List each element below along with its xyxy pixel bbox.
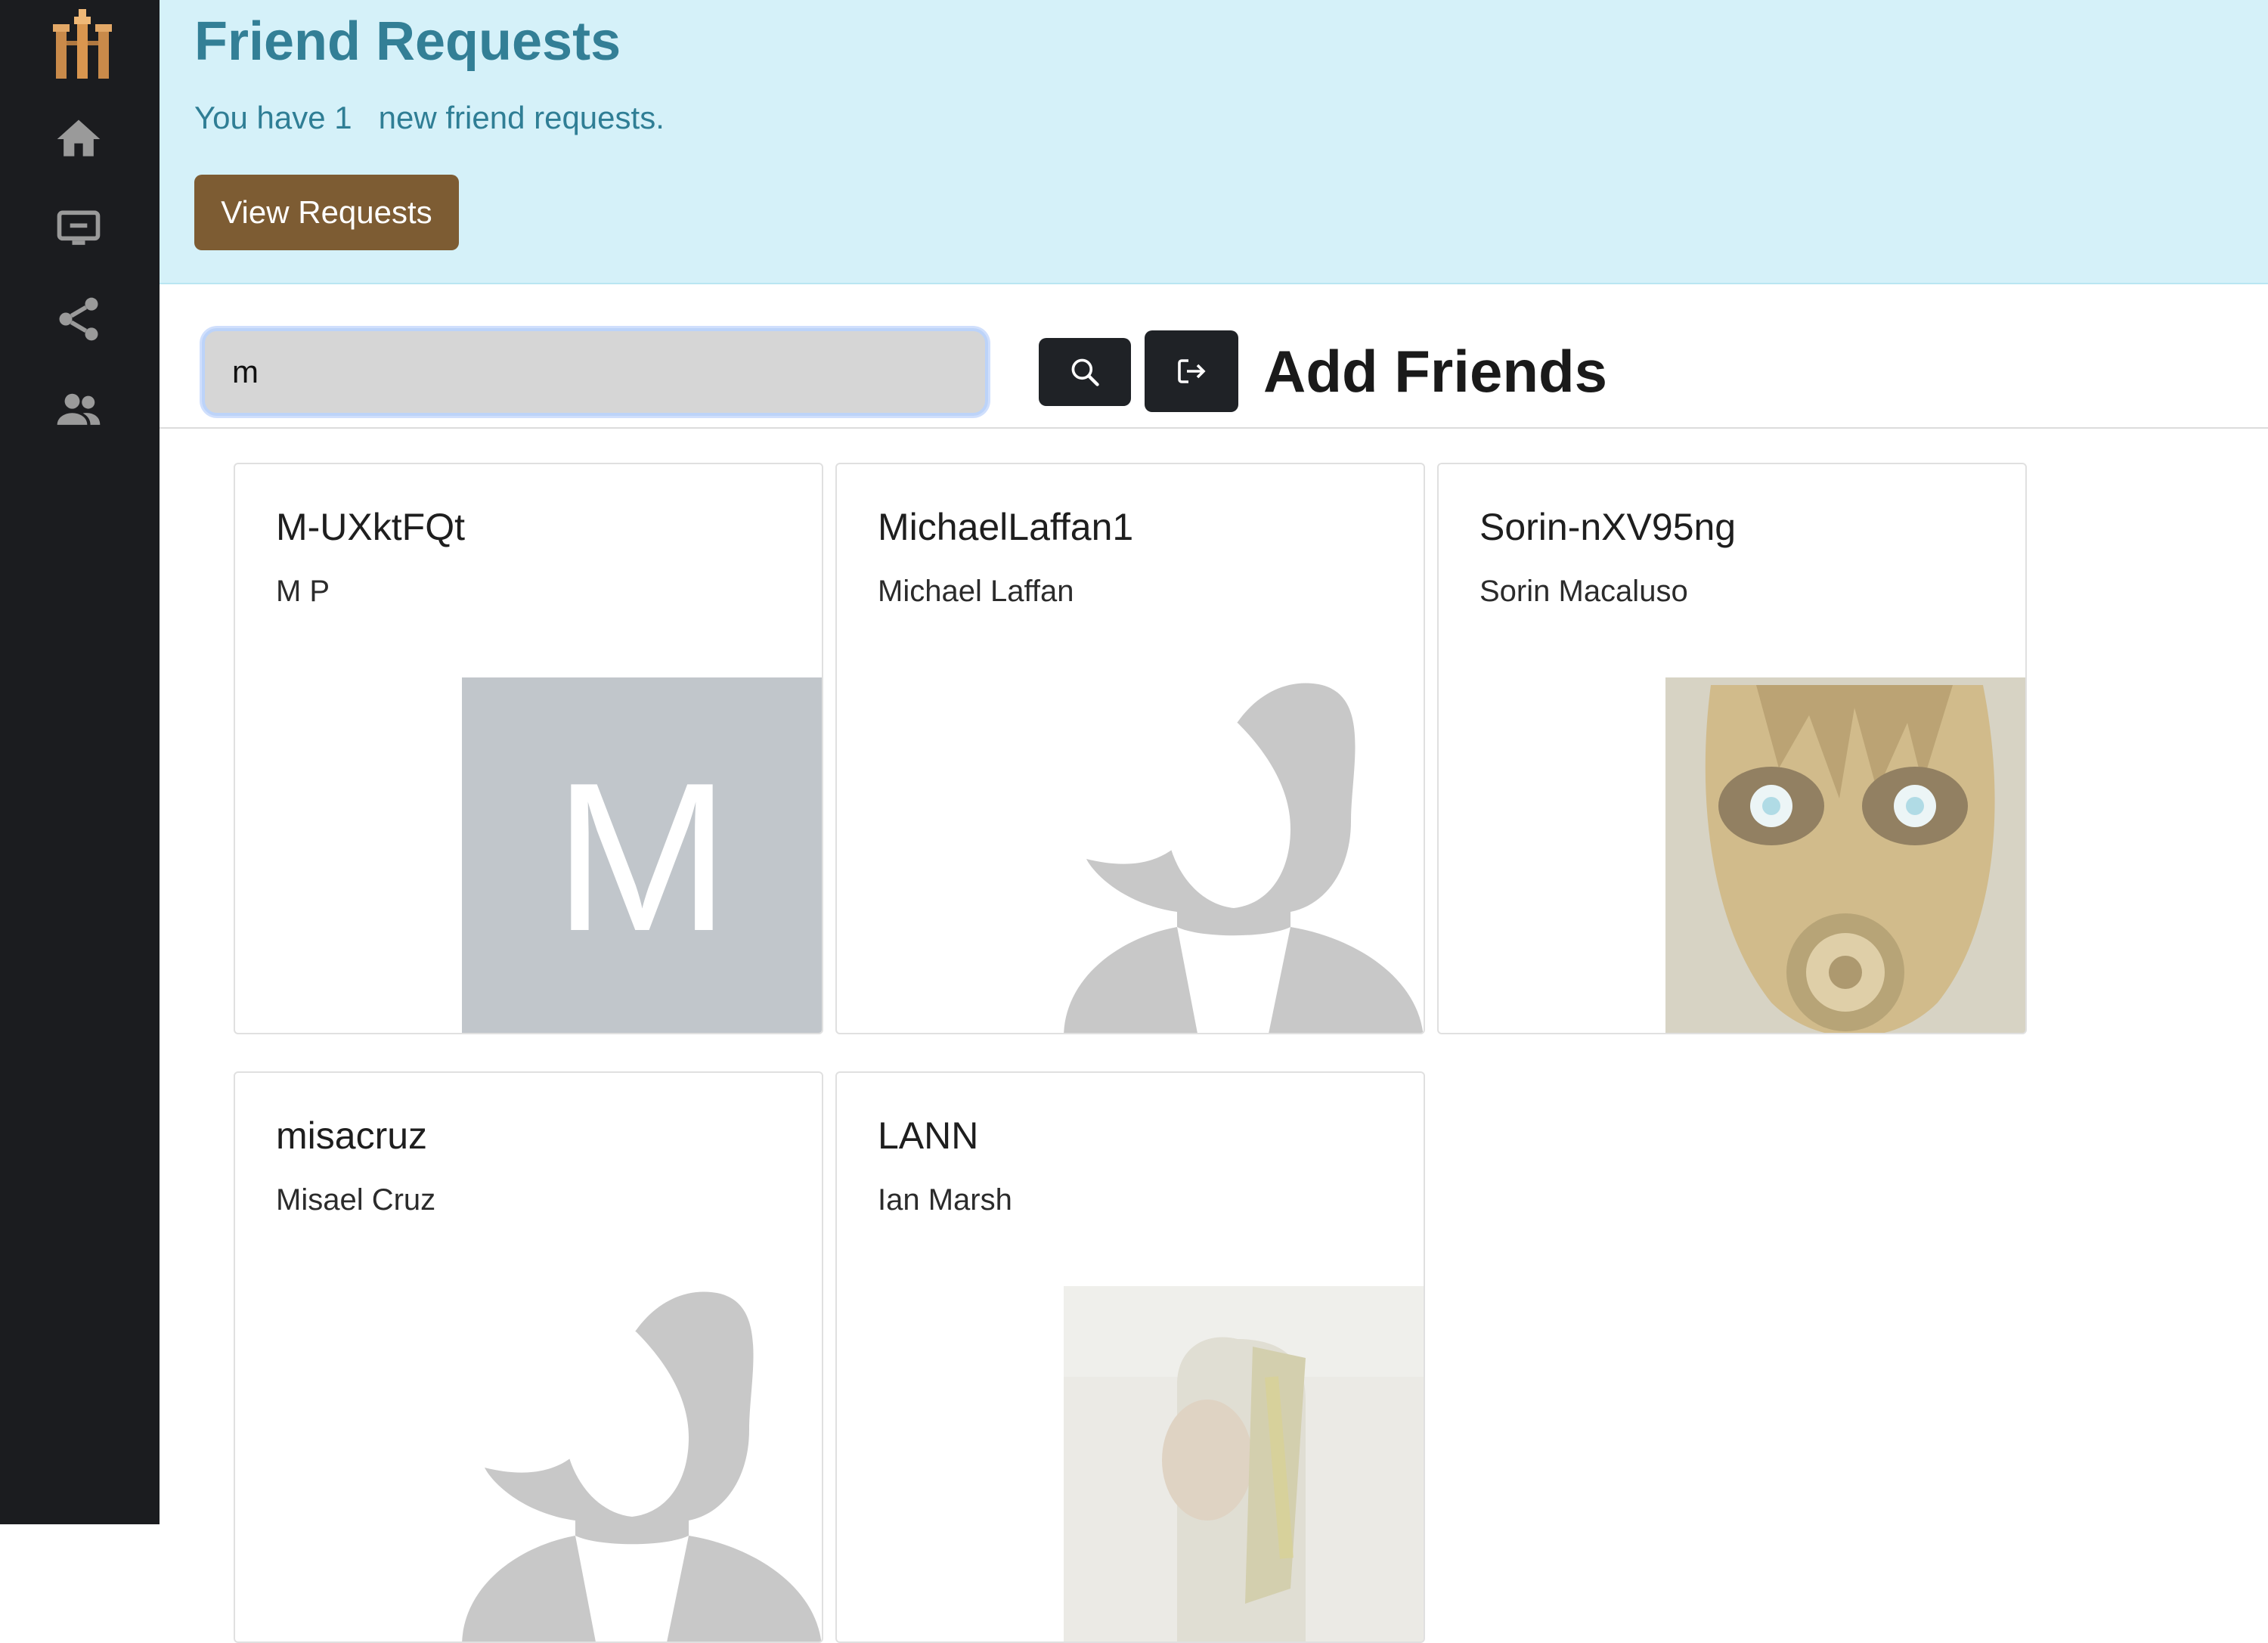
share-icon[interactable] [53,293,104,345]
monitor-icon[interactable] [53,204,104,256]
friend-requests-title: Friend Requests [194,11,621,72]
exit-button[interactable] [1145,330,1238,412]
card-fullname: M P [276,575,330,608]
card-fullname: Misael Cruz [276,1183,436,1217]
user-card[interactable]: M-UXktFQt M P M [234,463,823,1034]
sidebar [0,0,160,1524]
default-silhouette-avatar [1064,677,1424,1033]
card-fullname: Michael Laffan [878,575,1074,608]
add-friends-heading: Add Friends [1263,338,1608,405]
main-content: Friend Requests You have 1 new friend re… [160,0,2268,1643]
view-requests-button[interactable]: View Requests [194,175,459,250]
app-logo-icon[interactable] [50,8,115,83]
divider [160,427,2268,429]
person-photo [1064,1286,1424,1641]
card-username: M-UXktFQt [276,506,465,548]
card-fullname: Ian Marsh [878,1183,1012,1217]
friend-requests-banner: Friend Requests You have 1 new friend re… [160,0,2268,284]
user-card[interactable]: Sorin-nXV95ng Sorin Macaluso [1437,463,2027,1034]
default-silhouette-avatar [462,1286,822,1641]
user-card[interactable]: LANN Ian Marsh [835,1071,1425,1643]
masked-face-photo [1665,677,2025,1033]
friend-requests-message: You have 1 new friend requests. [194,100,665,135]
card-username: misacruz [276,1114,428,1157]
people-icon[interactable] [53,384,104,436]
user-card[interactable]: MichaelLaffan1 Michael Laffan [835,463,1425,1034]
card-fullname: Sorin Macaluso [1479,575,1688,608]
card-username: MichaelLaffan1 [878,506,1134,548]
home-icon[interactable] [53,113,104,165]
search-button[interactable] [1039,338,1131,406]
search-input[interactable] [202,328,988,416]
card-username: LANN [878,1114,979,1157]
letter-avatar: M [462,677,822,1033]
card-username: Sorin-nXV95ng [1479,506,1737,548]
search-icon [1071,358,1099,386]
exit-icon [1178,359,1206,383]
user-card[interactable]: misacruz Misael Cruz [234,1071,823,1643]
